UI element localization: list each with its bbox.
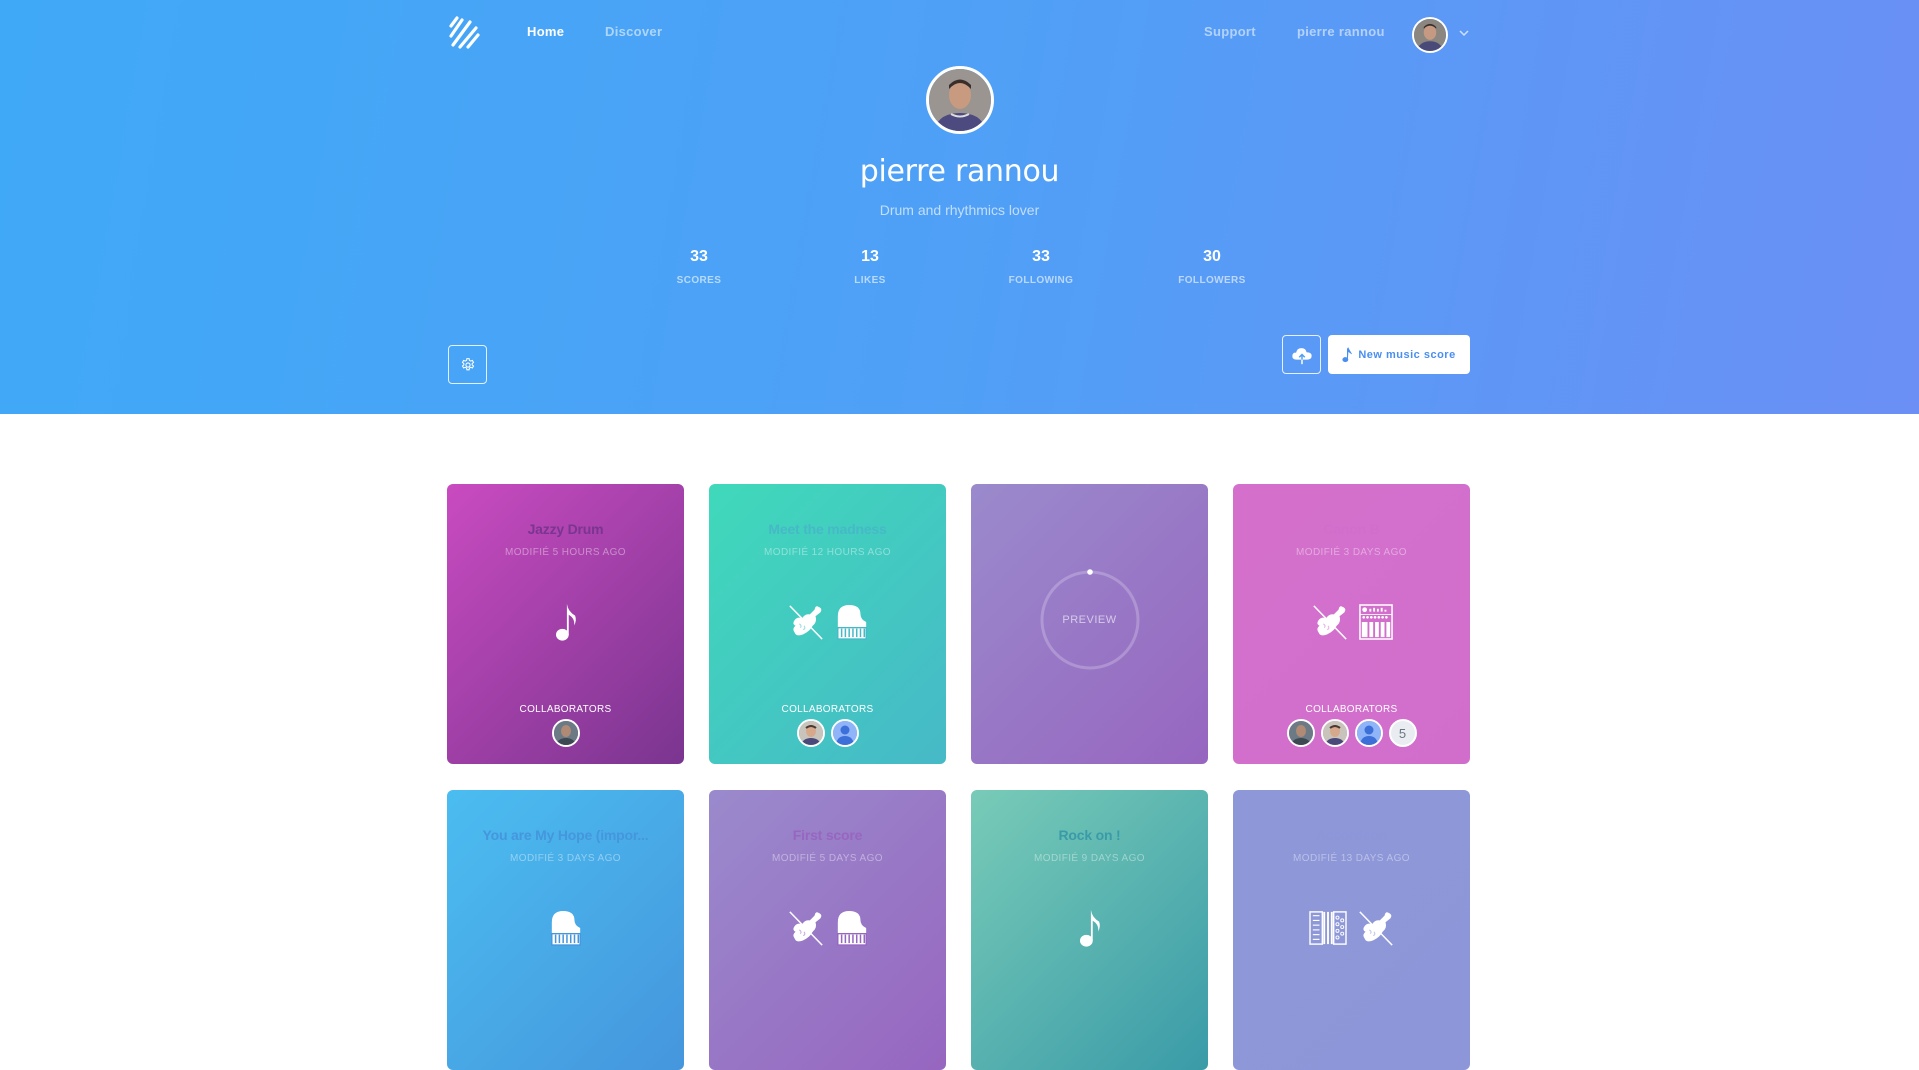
violin-icon [787,909,825,947]
stat-label: FOLLOWING [1008,275,1074,286]
collaborators-list: 5 [1233,719,1470,747]
stripes-logo-icon[interactable] [448,16,480,50]
nav-discover[interactable]: Discover [605,24,662,39]
collaborator-avatar[interactable] [1286,719,1315,747]
stat-following[interactable]: 33 FOLLOWING [981,248,1101,286]
score-card[interactable]: First score MODIFIÉ 5 DAYS AGO [709,790,946,1070]
violin-icon [1311,603,1349,641]
collaborators-label: COLLABORATORS [1305,704,1398,715]
score-title: Rock on ! [1058,827,1121,843]
stat-label: FOLLOWERS [1178,275,1246,286]
violin-icon [787,603,825,641]
upload-button[interactable] [1282,335,1321,374]
collaborator-avatar[interactable] [1354,719,1383,747]
nav-user-name[interactable]: pierre rannou [1297,24,1385,39]
grand-piano-icon [835,603,869,641]
instrument-icons [1233,602,1470,642]
profile-name: pierre rannou [859,154,1060,189]
settings-button[interactable] [448,345,487,384]
score-modified-date: MODIFIÉ 3 DAYS AGO [1296,547,1407,558]
score-title: Jazzy Drum [527,521,604,537]
user-photo-icon [1414,19,1446,51]
collaborator-avatar[interactable] [830,719,859,747]
score-card[interactable]: Canon B MODIFIÉ 3 DAYS AGO COLLABORATORS… [1233,484,1470,764]
score-card[interactable]: You are My Hope (impor... MODIFIÉ 3 DAYS… [447,790,684,1070]
instrument-icons [709,602,946,642]
violin-icon [1357,909,1395,947]
nav-support[interactable]: Support [1204,24,1256,39]
collaborators-label: COLLABORATORS [781,704,874,715]
score-title: First score [792,827,863,843]
gear-icon [461,357,474,370]
collaborators-label: COLLABORATORS [519,704,612,715]
score-modified-date: MODIFIÉ 12 HOURS AGO [764,547,891,558]
stat-value: 33 [690,248,708,265]
top-nav: Home Discover Support pierre rannou [0,0,1919,68]
instrument-icons [447,602,684,642]
instrument-icons [709,908,946,948]
score-card[interactable]: Jazzy Drum MODIFIÉ 5 HOURS AGO COLLABORA… [447,484,684,764]
stat-value: 13 [861,248,879,265]
stat-likes[interactable]: 13 LIKES [810,248,930,286]
nav-home[interactable]: Home [527,24,564,39]
score-card[interactable]: Accordeon MODIFIÉ 13 DAYS AGO [1233,790,1470,1070]
profile-bio: Drum and rhythmics lover [879,202,1040,218]
score-title: You are My Hope (impor... [482,827,649,843]
more-collaborators-count[interactable]: 5 [1388,719,1417,747]
score-title: Accordeon [1315,827,1388,843]
preview-label: PREVIEW [1062,614,1117,626]
cloud-upload-icon [1291,347,1312,364]
score-card[interactable]: Meet the madness MODIFIÉ 12 HOURS AGO CO… [709,484,946,764]
score-modified-date: MODIFIÉ 9 DAYS AGO [1034,853,1145,864]
grand-piano-icon [549,909,583,947]
collaborators-list [447,719,684,747]
instrument-icons [971,908,1208,948]
user-avatar[interactable] [1412,17,1448,53]
stat-value: 30 [1203,248,1221,265]
score-modified-date: MODIFIÉ 5 DAYS AGO [772,853,883,864]
collaborator-avatar[interactable] [796,719,825,747]
accordion-icon [1308,910,1347,946]
stat-label: SCORES [676,275,722,286]
collaborator-avatar[interactable] [1320,719,1349,747]
score-modified-date: MODIFIÉ 3 DAYS AGO [510,853,621,864]
stat-label: LIKES [854,275,886,286]
chevron-down-icon[interactable] [1458,27,1470,39]
score-card-preview[interactable]: PREVIEW [971,484,1208,764]
profile-avatar [926,66,994,134]
stat-value: 33 [1032,248,1050,265]
score-title: Meet the madness [768,521,887,537]
instrument-icons [447,908,684,948]
profile-photo-icon [929,69,991,131]
stat-scores[interactable]: 33 SCORES [639,248,759,286]
instrument-icons [1233,908,1470,948]
collaborator-avatar[interactable] [551,719,580,747]
grand-piano-icon [835,909,869,947]
score-card[interactable]: Rock on ! MODIFIÉ 9 DAYS AGO [971,790,1208,1070]
profile-header: Home Discover Support pierre rannou pier… [0,0,1919,414]
stat-followers[interactable]: 30 FOLLOWERS [1152,248,1272,286]
new-music-score-label: New music score [1358,348,1456,361]
score-title: Canon B [1323,521,1380,537]
new-music-score-button[interactable]: New music score [1328,335,1470,374]
music-note-icon [1342,346,1353,362]
score-modified-date: MODIFIÉ 13 DAYS AGO [1293,853,1410,864]
synthesizer-icon [1358,604,1393,640]
music-note-icon [1079,908,1101,948]
music-note-icon [555,602,577,642]
collaborators-list [709,719,946,747]
score-modified-date: MODIFIÉ 5 HOURS AGO [505,547,626,558]
